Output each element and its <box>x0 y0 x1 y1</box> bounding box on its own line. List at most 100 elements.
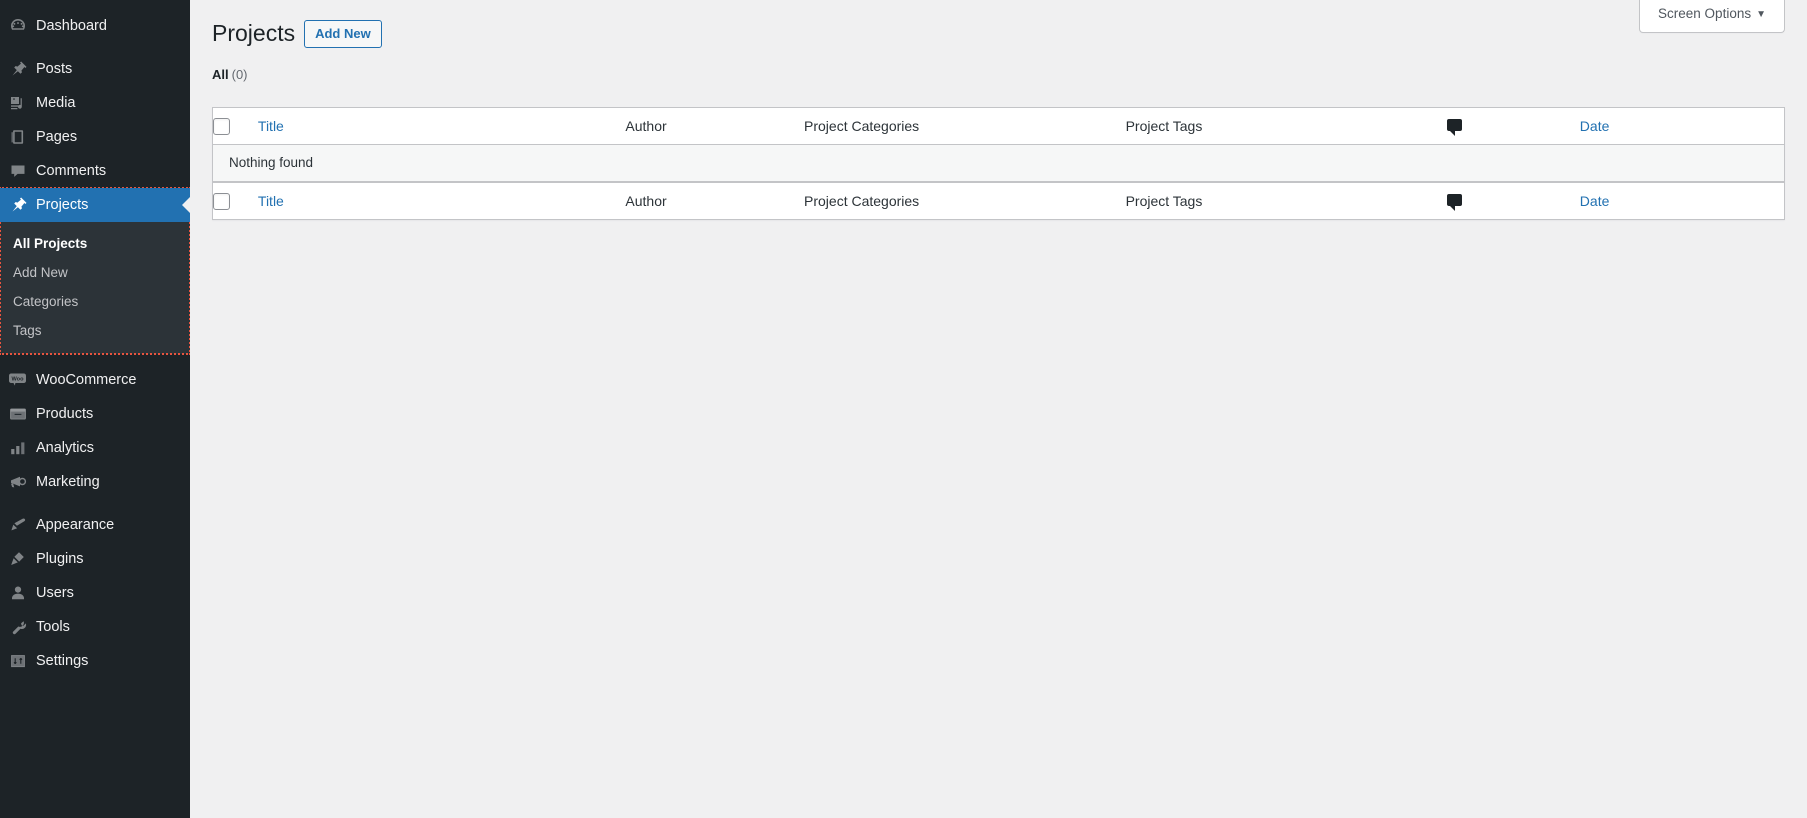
column-footer-tags: Project Tags <box>1126 182 1448 219</box>
sidebar-item-label: Media <box>36 94 76 112</box>
comment-bubble-icon-footer <box>1447 194 1462 206</box>
sidebar-item-appearance[interactable]: Appearance <box>0 508 190 542</box>
sidebar-item-label: WooCommerce <box>36 371 136 389</box>
column-footer-author: Author <box>625 182 804 219</box>
sort-title-link[interactable]: Title <box>258 118 284 134</box>
column-footer-title: Title <box>258 182 625 219</box>
plug-icon <box>0 549 36 569</box>
table-body: Nothing found <box>213 145 1784 182</box>
column-label-author-footer: Author <box>625 193 666 209</box>
select-all-footer-header <box>213 182 258 219</box>
sidebar-item-label: Users <box>36 584 74 602</box>
empty-message-cell: Nothing found <box>213 145 1784 182</box>
status-filter-list: All(0) <box>212 65 1785 85</box>
column-header-tags: Project Tags <box>1126 108 1448 145</box>
woo-icon: Woo <box>0 370 36 390</box>
analytics-icon <box>0 438 36 458</box>
column-label-tags-footer: Project Tags <box>1126 193 1203 209</box>
megaphone-icon <box>0 472 36 492</box>
table-row-empty: Nothing found <box>213 145 1784 182</box>
page-title: Projects <box>212 10 295 53</box>
sidebar-item-label: Marketing <box>36 473 100 491</box>
products-icon <box>0 404 36 424</box>
select-all-checkbox-footer[interactable] <box>213 193 230 210</box>
sidebar-subitem-tags[interactable]: Tags <box>0 316 190 345</box>
column-label-tags: Project Tags <box>1126 118 1203 134</box>
sidebar-item-comments[interactable]: Comments <box>0 154 190 188</box>
filter-all-count: (0) <box>232 67 248 82</box>
select-all-checkbox[interactable] <box>213 118 230 135</box>
sidebar-item-label: Products <box>36 405 93 423</box>
sidebar-item-analytics[interactable]: Analytics <box>0 431 190 465</box>
sort-date-link[interactable]: Date <box>1580 118 1610 134</box>
sidebar-item-products[interactable]: Products <box>0 397 190 431</box>
table-foot: Title Author Project Categories Project … <box>213 182 1784 219</box>
list-item: All(0) <box>212 65 248 85</box>
sidebar-item-users[interactable]: Users <box>0 576 190 610</box>
sidebar-item-media[interactable]: Media <box>0 86 190 120</box>
comment-icon <box>0 161 36 181</box>
sort-title-link-footer[interactable]: Title <box>258 193 284 209</box>
media-icon <box>0 93 36 113</box>
column-header-date: Date <box>1580 108 1784 145</box>
wrench-icon <box>0 617 36 637</box>
page-header: Projects Add New <box>212 0 1785 53</box>
user-icon <box>0 583 36 603</box>
sidebar-subitem-categories[interactable]: Categories <box>0 287 190 316</box>
sidebar-item-label: Dashboard <box>36 17 107 35</box>
sidebar-item-label: Plugins <box>36 550 84 568</box>
column-footer-date: Date <box>1580 182 1784 219</box>
projects-list-table: Title Author Project Categories Project … <box>212 107 1785 220</box>
filter-all-link[interactable]: All <box>212 67 229 82</box>
sidebar-item-projects[interactable]: Projects <box>0 188 190 222</box>
select-all-header <box>213 108 258 145</box>
add-new-button[interactable]: Add New <box>304 20 382 48</box>
settings-icon <box>0 651 36 671</box>
sidebar-item-label: Projects <box>36 196 88 214</box>
column-header-title: Title <box>258 108 625 145</box>
column-label-categories: Project Categories <box>804 118 919 134</box>
sidebar-item-label: Tools <box>36 618 70 636</box>
main-content: Screen Options▼ Projects Add New All(0) <box>190 0 1807 818</box>
column-footer-comments <box>1447 182 1580 219</box>
sidebar-item-posts[interactable]: Posts <box>0 52 190 86</box>
table-head: Title Author Project Categories Project … <box>213 108 1784 145</box>
sidebar-item-pages[interactable]: Pages <box>0 120 190 154</box>
pin-icon <box>0 59 36 79</box>
menu-group-dashboard: Dashboard <box>0 0 190 43</box>
sidebar-item-tools[interactable]: Tools <box>0 610 190 644</box>
table-header-row: Title Author Project Categories Project … <box>213 108 1784 145</box>
column-header-author: Author <box>625 108 804 145</box>
column-label-author: Author <box>625 118 666 134</box>
comment-bubble-icon <box>1447 119 1462 131</box>
pin-icon <box>0 195 36 215</box>
menu-group-admin: Appearance Plugins Users Tools <box>0 499 190 678</box>
wordpress-admin-screen: Dashboard Posts Media <box>0 0 1807 818</box>
sort-date-link-footer[interactable]: Date <box>1580 193 1610 209</box>
menu-spacer <box>0 499 190 508</box>
projects-submenu: All Projects Add New Categories Tags <box>0 222 190 354</box>
sidebar-item-settings[interactable]: Settings <box>0 644 190 678</box>
sidebar-item-label: Settings <box>36 652 88 670</box>
sidebar-item-label: Pages <box>36 128 77 146</box>
sidebar-item-plugins[interactable]: Plugins <box>0 542 190 576</box>
column-header-comments <box>1447 108 1580 145</box>
sidebar-item-dashboard[interactable]: Dashboard <box>0 9 190 43</box>
sidebar-item-label: Analytics <box>36 439 94 457</box>
admin-sidebar: Dashboard Posts Media <box>0 0 190 818</box>
sidebar-item-marketing[interactable]: Marketing <box>0 465 190 499</box>
sidebar-item-label: Appearance <box>36 516 114 534</box>
menu-spacer <box>0 43 190 52</box>
menu-group-woocommerce: Woo WooCommerce Products Analytics <box>0 354 190 499</box>
sidebar-subitem-all-projects[interactable]: All Projects <box>0 229 190 258</box>
column-footer-categories: Project Categories <box>804 182 1126 219</box>
sidebar-item-label: Posts <box>36 60 72 78</box>
sidebar-subitem-add-new[interactable]: Add New <box>0 258 190 287</box>
svg-text:Woo: Woo <box>11 376 24 382</box>
pages-icon <box>0 127 36 147</box>
column-header-categories: Project Categories <box>804 108 1126 145</box>
table-footer-row: Title Author Project Categories Project … <box>213 182 1784 219</box>
column-label-categories-footer: Project Categories <box>804 193 919 209</box>
menu-spacer <box>0 354 190 363</box>
sidebar-item-woocommerce[interactable]: Woo WooCommerce <box>0 363 190 397</box>
